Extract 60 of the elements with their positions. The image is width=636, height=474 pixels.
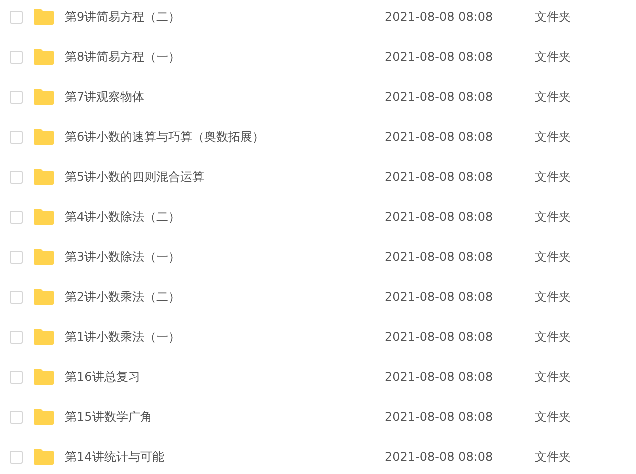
modified-date: 2021-08-08 08:08 [385, 170, 494, 184]
folder-icon [34, 129, 54, 145]
folder-name[interactable]: 第5讲小数的四则混合运算 [65, 168, 385, 186]
file-type: 文件夹 [535, 248, 571, 266]
checkbox[interactable] [10, 450, 23, 464]
modified-date: 2021-08-08 08:08 [385, 50, 494, 64]
modified-date: 2021-08-08 08:08 [385, 290, 494, 304]
file-type: 文件夹 [535, 208, 571, 226]
folder-name[interactable]: 第14讲统计与可能 [65, 448, 385, 466]
file-type: 文件夹 [535, 368, 571, 386]
modified-date: 2021-08-08 08:08 [385, 10, 494, 24]
modified-date: 2021-08-08 08:08 [385, 330, 494, 344]
folder-icon [34, 209, 54, 225]
folder-name[interactable]: 第2讲小数乘法（二） [65, 288, 385, 306]
modified-date: 2021-08-08 08:08 [385, 130, 494, 144]
folder-name[interactable]: 第1讲小数乘法（一） [65, 328, 385, 346]
folder-name[interactable]: 第6讲小数的速算与巧算（奥数拓展） [65, 128, 385, 146]
folder-icon [34, 9, 54, 25]
modified-date: 2021-08-08 08:08 [385, 410, 494, 424]
checkbox[interactable] [10, 50, 23, 64]
folder-name[interactable]: 第16讲总复习 [65, 368, 385, 386]
checkbox[interactable] [10, 290, 23, 304]
folder-name[interactable]: 第15讲数学广角 [65, 408, 385, 426]
folder-icon [34, 169, 54, 185]
modified-date: 2021-08-08 08:08 [385, 450, 494, 464]
file-type: 文件夹 [535, 128, 571, 146]
checkbox[interactable] [10, 210, 23, 224]
modified-date: 2021-08-08 08:08 [385, 370, 494, 384]
folder-name[interactable]: 第3讲小数除法（一） [65, 248, 385, 266]
checkbox[interactable] [10, 170, 23, 184]
folder-icon [34, 289, 54, 305]
checkbox[interactable] [10, 90, 23, 104]
modified-date: 2021-08-08 08:08 [385, 90, 494, 104]
modified-date: 2021-08-08 08:08 [385, 210, 494, 224]
folder-name[interactable]: 第8讲简易方程（一） [65, 48, 385, 66]
file-type: 文件夹 [535, 328, 571, 346]
folder-icon [34, 89, 54, 105]
folder-name[interactable]: 第7讲观察物体 [65, 88, 385, 106]
folder-icon [34, 369, 54, 385]
file-type: 文件夹 [535, 168, 571, 186]
folder-icon [34, 249, 54, 265]
checkbox[interactable] [10, 410, 23, 424]
file-type: 文件夹 [535, 408, 571, 426]
file-type: 文件夹 [535, 48, 571, 66]
modified-date: 2021-08-08 08:08 [385, 250, 494, 264]
folder-name[interactable]: 第4讲小数除法（二） [65, 208, 385, 226]
checkbox[interactable] [10, 250, 23, 264]
file-type: 文件夹 [535, 88, 571, 106]
folder-icon [34, 329, 54, 345]
checkbox[interactable] [10, 370, 23, 384]
file-type: 文件夹 [535, 448, 571, 466]
folder-icon [34, 49, 54, 65]
folder-name[interactable]: 第9讲简易方程（二） [65, 8, 385, 26]
checkbox[interactable] [10, 10, 23, 24]
file-type: 文件夹 [535, 288, 571, 306]
checkbox[interactable] [10, 330, 23, 344]
file-type: 文件夹 [535, 8, 571, 26]
folder-icon [34, 409, 54, 425]
checkbox[interactable] [10, 130, 23, 144]
folder-icon [34, 449, 54, 465]
